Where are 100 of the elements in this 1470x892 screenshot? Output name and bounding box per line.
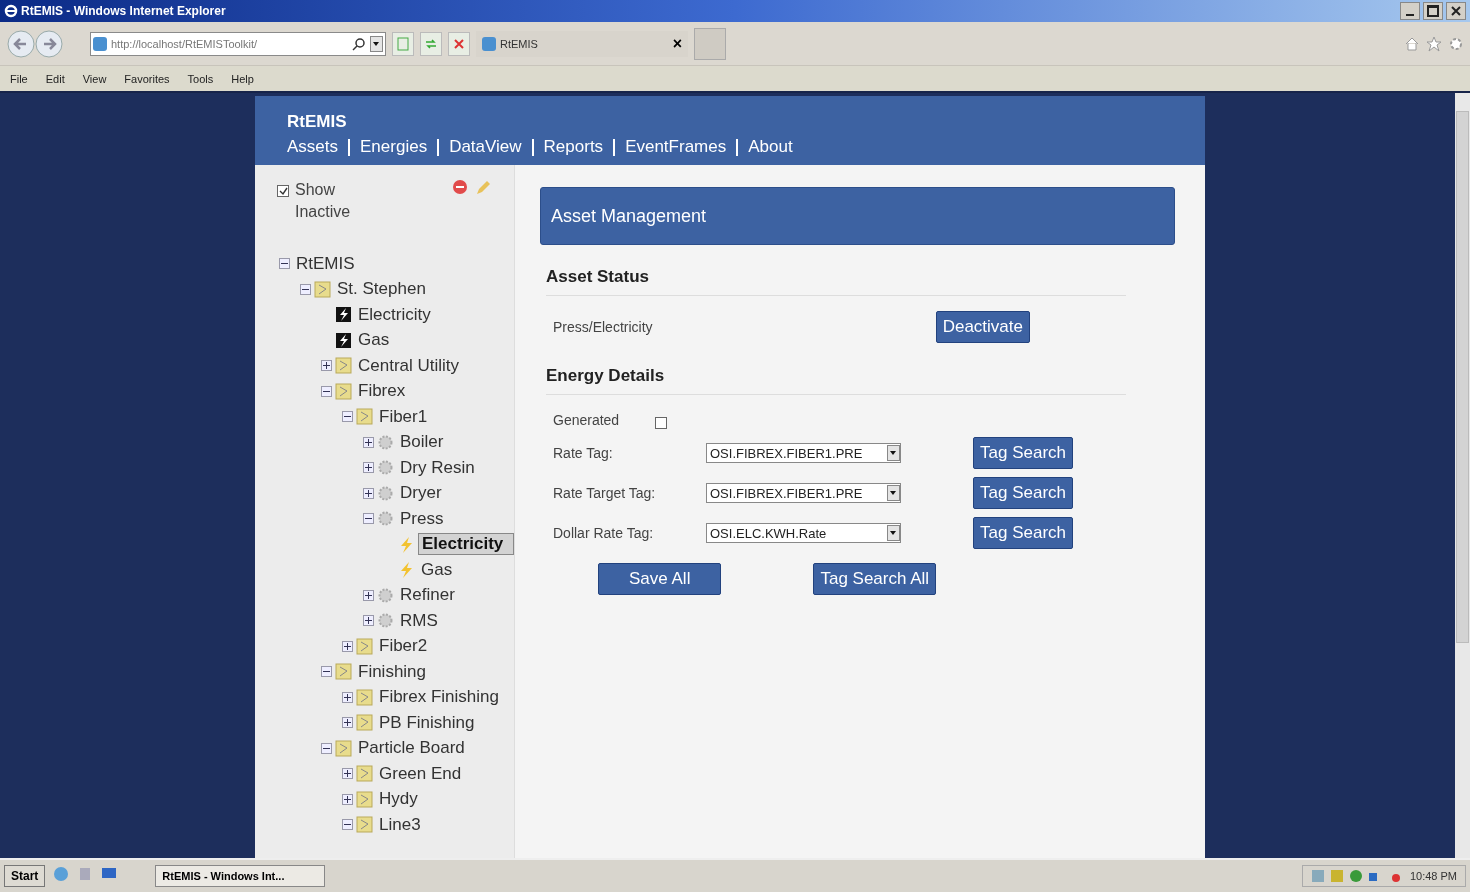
- star-icon[interactable]: [1426, 35, 1442, 52]
- nav-link[interactable]: Reports: [543, 137, 604, 157]
- restore-button[interactable]: [1423, 2, 1443, 20]
- close-button[interactable]: [1446, 2, 1466, 20]
- bolt-icon: [398, 561, 415, 579]
- expand-toggle-icon[interactable]: [300, 283, 311, 295]
- expand-toggle-icon[interactable]: [363, 487, 374, 499]
- expand-toggle-icon[interactable]: [342, 691, 353, 703]
- tag-select[interactable]: OSI.FIBREX.FIBER1.PRE: [706, 483, 901, 503]
- nav-link[interactable]: About: [748, 137, 793, 157]
- tree-item[interactable]: Electricity: [418, 533, 514, 556]
- expand-toggle-icon[interactable]: [342, 411, 353, 423]
- remove-icon[interactable]: [452, 179, 468, 195]
- folder-icon: [335, 663, 352, 681]
- folder-icon: [335, 739, 352, 757]
- expand-toggle-icon[interactable]: [363, 513, 374, 525]
- expand-toggle-icon[interactable]: [321, 742, 332, 754]
- nav-link[interactable]: Assets: [287, 137, 339, 157]
- tag-select[interactable]: OSI.FIBREX.FIBER1.PRE: [706, 443, 901, 463]
- taskbar-window-button[interactable]: RtEMIS - Windows Int...: [155, 865, 326, 887]
- tree-item[interactable]: RMS: [397, 609, 441, 632]
- menu-item[interactable]: Edit: [45, 72, 65, 85]
- action-button[interactable]: Save All: [598, 563, 722, 595]
- generated-checkbox[interactable]: [655, 417, 667, 429]
- folder-icon: [356, 816, 373, 834]
- gear-icon: [377, 484, 394, 502]
- expand-toggle-icon[interactable]: [279, 258, 290, 270]
- nav-link[interactable]: EventFrames: [625, 137, 727, 157]
- tree-item[interactable]: Dryer: [397, 482, 445, 505]
- home-icon[interactable]: [1404, 35, 1420, 52]
- close-tab-button[interactable]: ×: [672, 34, 682, 53]
- menu-item[interactable]: File: [10, 72, 28, 85]
- tree-item[interactable]: Gas: [355, 329, 393, 352]
- folder-icon: [356, 408, 373, 426]
- menu-item[interactable]: View: [82, 72, 107, 85]
- expand-toggle-icon[interactable]: [363, 615, 374, 627]
- expand-toggle-icon[interactable]: [342, 640, 353, 652]
- tree-item[interactable]: Refiner: [397, 584, 458, 607]
- gear-icon: [377, 433, 394, 451]
- field-label: Rate Target Tag:: [553, 485, 657, 501]
- start-button[interactable]: Start: [4, 865, 46, 887]
- browser-logo-icon: [4, 4, 18, 18]
- bolt-icon: [335, 331, 352, 349]
- checkbox-label: Show Inactive: [295, 180, 352, 222]
- browser-tab[interactable]: RtEMIS ×: [476, 30, 688, 57]
- minimize-button[interactable]: [1400, 2, 1420, 20]
- nav-link[interactable]: DataView: [449, 137, 522, 157]
- close-icon: [1451, 6, 1461, 16]
- field-label: Generated: [553, 412, 621, 428]
- tree-item[interactable]: Fiber2: [376, 635, 431, 658]
- tree-item[interactable]: St. Stephen: [334, 278, 429, 301]
- tree-item[interactable]: Green End: [376, 762, 465, 785]
- tree-item[interactable]: Line3: [376, 813, 424, 836]
- tree-item[interactable]: Particle Board: [355, 737, 468, 760]
- tree-item[interactable]: Electricity: [355, 303, 434, 326]
- search-icon[interactable]: [352, 36, 366, 51]
- expand-toggle-icon[interactable]: [363, 589, 374, 601]
- tree-item[interactable]: Boiler: [397, 431, 447, 454]
- tag-search-button[interactable]: Tag Search: [973, 437, 1073, 469]
- tag-search-button[interactable]: Tag Search: [973, 517, 1073, 549]
- tree-item[interactable]: Dry Resin: [397, 456, 478, 479]
- folder-icon: [335, 357, 352, 375]
- page-icon: [93, 36, 107, 51]
- field-label: Rate Tag:: [553, 445, 614, 461]
- expand-toggle-icon[interactable]: [342, 768, 353, 780]
- tree-item[interactable]: Hydy: [376, 788, 421, 811]
- nav-link[interactable]: Energies: [360, 137, 428, 157]
- tree-item[interactable]: Gas: [418, 558, 456, 581]
- tree-item[interactable]: Central Utility: [355, 354, 463, 377]
- tree-item[interactable]: Finishing: [355, 660, 430, 683]
- expand-toggle-icon[interactable]: [363, 436, 374, 448]
- window-title: RtEMIS - Windows Internet Explorer: [21, 4, 226, 18]
- folder-icon: [335, 382, 352, 400]
- address-field[interactable]: http://localhost/RtEMISToolkit/: [90, 31, 386, 56]
- deactivate-button[interactable]: Deactivate: [935, 311, 1030, 343]
- menu-item[interactable]: Tools: [187, 72, 214, 85]
- tree-item[interactable]: RtEMIS: [293, 252, 358, 275]
- folder-icon: [356, 688, 373, 706]
- tree-item[interactable]: Fibrex: [355, 380, 409, 403]
- expand-toggle-icon[interactable]: [321, 666, 332, 678]
- tree-item[interactable]: Fibrex Finishing: [376, 686, 502, 709]
- tag-search-button[interactable]: Tag Search: [973, 477, 1073, 509]
- stop-icon[interactable]: [448, 31, 470, 56]
- menu-item[interactable]: Favorites: [124, 72, 170, 85]
- tree-item[interactable]: PB Finishing: [376, 711, 478, 734]
- expand-toggle-icon[interactable]: [321, 385, 332, 397]
- scrollbar[interactable]: [1455, 93, 1470, 858]
- action-button[interactable]: Tag Search All: [813, 563, 937, 595]
- app-brand: RtEMIS: [287, 112, 348, 132]
- tree-item[interactable]: Press: [397, 507, 447, 530]
- tag-select[interactable]: OSI.ELC.KWH.Rate: [706, 523, 901, 543]
- expand-toggle-icon[interactable]: [342, 793, 353, 805]
- expand-toggle-icon[interactable]: [321, 360, 332, 372]
- tree-item[interactable]: Fiber1: [376, 405, 431, 428]
- settings-icon[interactable]: [1448, 35, 1464, 52]
- expand-toggle-icon[interactable]: [342, 717, 353, 729]
- back-forward-icon[interactable]: [6, 28, 64, 59]
- menu-item[interactable]: Help: [231, 72, 254, 85]
- expand-toggle-icon[interactable]: [342, 819, 353, 831]
- expand-toggle-icon[interactable]: [363, 462, 374, 474]
